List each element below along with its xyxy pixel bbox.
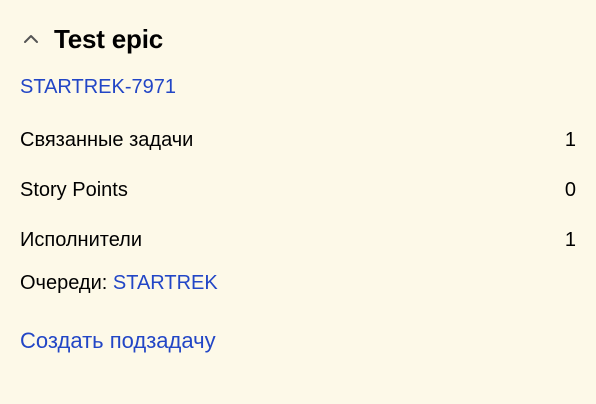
stat-value: 1 bbox=[564, 228, 576, 251]
chevron-up-icon[interactable] bbox=[20, 28, 42, 50]
create-subtask-link[interactable]: Создать подзадачу bbox=[20, 326, 576, 356]
epic-title: Test epic bbox=[54, 23, 163, 54]
queues-line: Очереди: STARTREK bbox=[20, 269, 576, 297]
stat-value: 1 bbox=[564, 128, 576, 151]
stat-row-story-points: Story Points 0 bbox=[20, 165, 576, 215]
epic-stats: Связанные задачи 1 Story Points 0 Исполн… bbox=[20, 115, 576, 265]
epic-header: Test epic bbox=[20, 18, 576, 60]
epic-card: Test epic STARTREK-7971 Связанные задачи… bbox=[20, 18, 576, 356]
stat-label: Связанные задачи bbox=[20, 128, 194, 151]
queues-label: Очереди: bbox=[20, 272, 108, 294]
stat-value: 0 bbox=[564, 178, 576, 201]
epic-key-link[interactable]: STARTREK-7971 bbox=[20, 73, 576, 101]
stat-label: Исполнители bbox=[20, 228, 143, 251]
stat-row-linked-issues: Связанные задачи 1 bbox=[20, 115, 576, 165]
queue-link[interactable]: STARTREK bbox=[113, 272, 218, 294]
stat-label: Story Points bbox=[20, 178, 128, 201]
stat-row-assignees: Исполнители 1 bbox=[20, 215, 576, 265]
